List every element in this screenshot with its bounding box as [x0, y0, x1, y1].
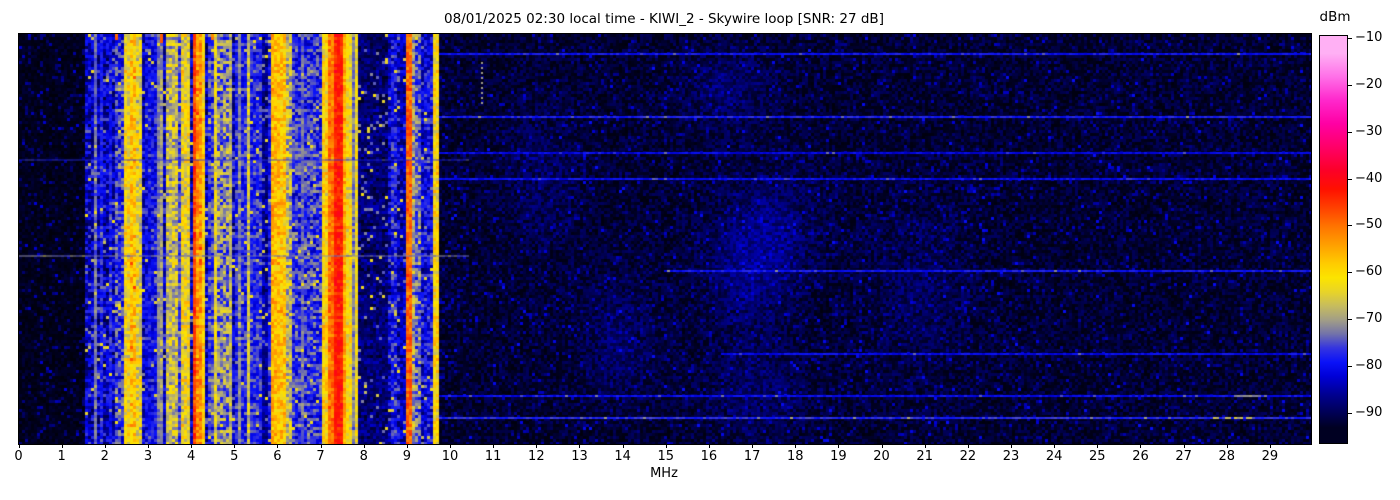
colorbar-tick-label: −30 — [1355, 124, 1383, 139]
x-tick-label: 24 — [1045, 449, 1063, 464]
x-tick-label: 29 — [1261, 449, 1279, 464]
x-tick-label: 11 — [484, 449, 502, 464]
x-tick-label: 3 — [143, 449, 153, 464]
spectrogram-figure: 08/01/2025 02:30 local time - KIWI_2 - S… — [0, 0, 1400, 500]
x-tick-mark — [1269, 444, 1271, 448]
x-tick-mark — [1140, 444, 1142, 448]
colorbar-tick-label: −70 — [1355, 311, 1383, 326]
colorbar-tick-label: −10 — [1355, 30, 1383, 45]
x-tick-mark — [1226, 444, 1228, 448]
x-tick-mark — [147, 444, 149, 448]
x-tick-mark — [752, 444, 754, 448]
colorbar-tick-label: −50 — [1355, 217, 1383, 232]
x-tick-mark — [277, 444, 279, 448]
x-tick-label: 25 — [1089, 449, 1106, 464]
x-tick-label: 18 — [786, 449, 804, 464]
x-tick-mark — [579, 444, 581, 448]
x-tick-label: 20 — [873, 449, 890, 464]
x-tick-label: 13 — [571, 449, 588, 464]
x-tick-label: 17 — [743, 449, 761, 464]
x-tick-label: 15 — [657, 449, 675, 464]
colorbar-tick-mark — [1348, 85, 1352, 86]
x-tick-mark — [924, 444, 926, 448]
x-tick-mark — [363, 444, 365, 448]
colorbar-tick-mark — [1348, 132, 1352, 133]
x-tick-label: 5 — [230, 449, 239, 464]
colorbar-tick-label: −80 — [1355, 358, 1383, 373]
x-tick-label: 1 — [57, 449, 66, 464]
x-tick-mark — [536, 444, 538, 448]
x-tick-label: 9 — [402, 449, 412, 464]
x-tick-label: 10 — [441, 449, 459, 464]
x-tick-label: 14 — [614, 449, 631, 464]
x-tick-mark — [104, 444, 106, 448]
x-tick-mark — [191, 444, 193, 448]
x-tick-label: 4 — [186, 449, 196, 464]
colorbar-tick-label: −60 — [1355, 264, 1383, 279]
colorbar-tick-mark — [1348, 366, 1352, 367]
x-tick-mark — [1011, 444, 1013, 448]
x-tick-label: 8 — [359, 449, 368, 464]
x-tick-mark — [234, 444, 236, 448]
colorbar-tick-mark — [1348, 319, 1352, 320]
x-tick-mark — [18, 444, 20, 448]
colorbar-tick-mark — [1348, 413, 1352, 414]
x-tick-mark — [622, 444, 624, 448]
colorbar-tick-label: −40 — [1355, 171, 1383, 186]
x-tick-mark — [493, 444, 495, 448]
colorbar-tick-label: −20 — [1355, 77, 1383, 92]
x-tick-label: 21 — [916, 449, 933, 464]
colorbar-label: dBm — [1319, 9, 1351, 25]
x-tick-mark — [1183, 444, 1185, 448]
colorbar-tick-mark — [1348, 38, 1352, 39]
x-tick-label: 16 — [700, 449, 718, 464]
x-tick-label: 23 — [1002, 449, 1020, 464]
colorbar-tick-label: −90 — [1355, 405, 1383, 420]
x-tick-label: 6 — [273, 449, 282, 464]
chart-title: 08/01/2025 02:30 local time - KIWI_2 - S… — [444, 11, 884, 27]
colorbar — [1319, 35, 1348, 444]
x-tick-label: 22 — [959, 449, 977, 464]
x-tick-label: 26 — [1132, 449, 1149, 464]
x-tick-mark — [1097, 444, 1099, 448]
x-tick-mark — [1054, 444, 1056, 448]
x-tick-mark — [967, 444, 969, 448]
waterfall-heatmap-canvas — [19, 34, 1311, 444]
x-tick-label: 2 — [100, 449, 109, 464]
x-axis-label: MHz — [650, 466, 678, 481]
x-tick-label: 7 — [316, 449, 325, 464]
x-tick-label: 12 — [528, 449, 545, 464]
colorbar-tick-mark — [1348, 179, 1352, 180]
x-tick-mark — [881, 444, 883, 448]
x-tick-label: 0 — [14, 449, 23, 464]
x-tick-mark — [320, 444, 322, 448]
x-tick-label: 28 — [1218, 449, 1236, 464]
x-tick-mark — [665, 444, 667, 448]
x-tick-mark — [708, 444, 710, 448]
plot-area — [18, 33, 1312, 445]
colorbar-tick-mark — [1348, 272, 1352, 273]
x-tick-mark — [795, 444, 797, 448]
x-tick-mark — [61, 444, 63, 448]
x-tick-label: 27 — [1175, 449, 1192, 464]
x-tick-mark — [406, 444, 408, 448]
colorbar-tick-mark — [1348, 225, 1352, 226]
x-tick-mark — [838, 444, 840, 448]
x-tick-mark — [450, 444, 452, 448]
x-tick-label: 19 — [830, 449, 847, 464]
